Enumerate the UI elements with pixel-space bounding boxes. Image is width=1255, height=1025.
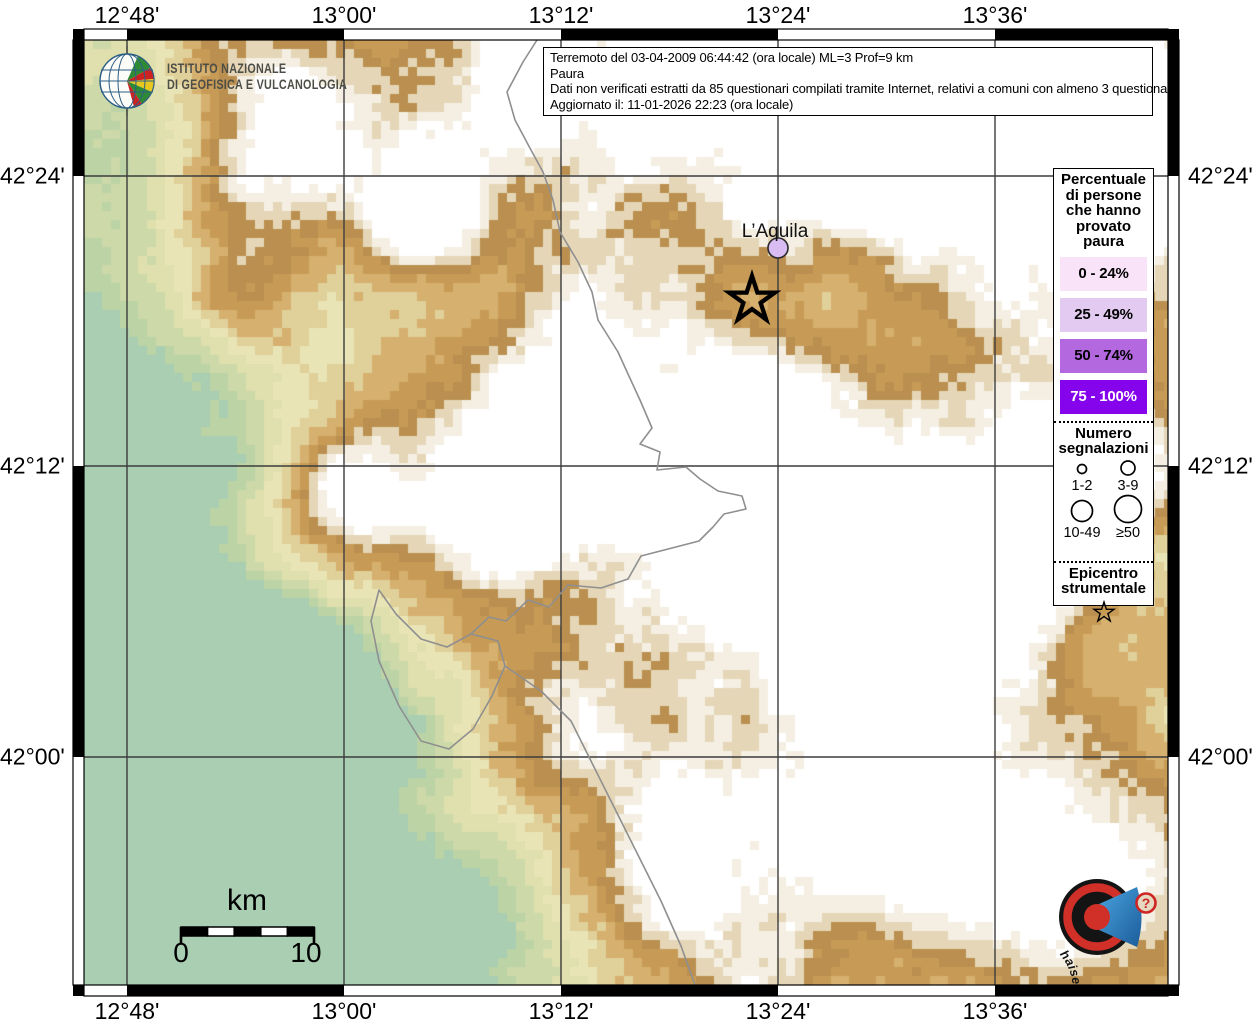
axis-label-top: 13°12' bbox=[528, 2, 594, 28]
axis-label-top: 13°24' bbox=[745, 2, 811, 28]
axis-label-bottom: 13°36' bbox=[962, 998, 1028, 1024]
frame-corner bbox=[73, 985, 84, 996]
frame-corner bbox=[1168, 985, 1179, 996]
place-label-laquila: L’Aquila bbox=[741, 221, 809, 242]
legend-class-swatch: 0 - 24% bbox=[1060, 256, 1147, 291]
legend-class-swatch: 25 - 49% bbox=[1060, 297, 1147, 332]
ingv-logo-text: ISTITUTO NAZIONALE DI GEOFISICA E VULCAN… bbox=[167, 61, 347, 93]
frame-corner bbox=[1168, 29, 1179, 40]
axis-label-bottom: 13°12' bbox=[528, 998, 594, 1024]
legend-epicenter-title: strumentale bbox=[1060, 580, 1147, 597]
signal-size-circle bbox=[1076, 463, 1087, 474]
info-line-source: Dati non verificati estratti da 85 quest… bbox=[550, 81, 1178, 97]
info-line-updated: Aggiornato il: 11-01-2026 22:23 (ora loc… bbox=[550, 96, 794, 112]
axis-label-bottom: 12°48' bbox=[94, 998, 160, 1024]
axis-label-left: 42°12' bbox=[0, 452, 65, 479]
legend-divider bbox=[1054, 420, 1153, 423]
macroseismic-map-page: Terremoto del 03-04-2009 06:44:42 (ora l… bbox=[0, 0, 1255, 1024]
legend-percent-title: provato bbox=[1075, 217, 1131, 235]
legend-class-swatch: 50 - 74% bbox=[1060, 338, 1147, 373]
frame-corner bbox=[73, 29, 84, 40]
signal-size-label: ≥50 bbox=[1115, 525, 1139, 541]
axis-label-left: 42°00' bbox=[0, 743, 65, 770]
legend-epicenter-title: Epicentro bbox=[1068, 564, 1139, 582]
legend-percent-title: Percentuale bbox=[1060, 171, 1147, 188]
signal-size-circle bbox=[1070, 499, 1093, 522]
info-line-effect: Paura bbox=[550, 65, 584, 81]
axis-label-bottom: 13°00' bbox=[311, 998, 377, 1024]
legend-class-swatch: 75 - 100% bbox=[1060, 379, 1147, 414]
earthquake-info-box: Terremoto del 03-04-2009 06:44:42 (ora l… bbox=[543, 47, 1178, 117]
legend-epicenter-star bbox=[1091, 599, 1116, 623]
axis-label-right: 42°24' bbox=[1188, 162, 1253, 189]
axis-label-bottom: 13°24' bbox=[745, 998, 811, 1024]
ingv-text-line1: ISTITUTO NAZIONALE bbox=[167, 61, 287, 76]
scalebar-max-label: 10 bbox=[290, 937, 322, 968]
axis-label-right: 42°00' bbox=[1188, 743, 1253, 770]
info-line-event: Terremoto del 03-04-2009 06:44:42 (ora l… bbox=[550, 50, 914, 65]
terrain-basemap bbox=[84, 40, 1168, 985]
axis-label-top: 13°36' bbox=[962, 2, 1028, 28]
scalebar-min-label: 0 bbox=[173, 937, 189, 968]
logo-circular-text: haisentitoilterremoto.itwww. bbox=[1030, 948, 1084, 984]
signal-size-label: 1-2 bbox=[1071, 478, 1092, 494]
axis-label-left: 42°24' bbox=[0, 162, 65, 189]
ingv-logo: ISTITUTO NAZIONALE DI GEOFISICA E VULCAN… bbox=[94, 46, 392, 116]
legend-signals-title: Numero bbox=[1075, 424, 1132, 442]
signal-size-label: 10-49 bbox=[1063, 525, 1100, 541]
epicenter-star-icon bbox=[1091, 599, 1116, 623]
signal-size-label: 3-9 bbox=[1117, 478, 1138, 494]
legend-percent-title: di persone bbox=[1065, 186, 1142, 204]
axis-label-top: 13°00' bbox=[311, 2, 377, 28]
axis-label-top: 12°48' bbox=[94, 2, 160, 28]
signal-size-circle bbox=[1119, 459, 1136, 476]
legend-signals-title: segnalazioni bbox=[1058, 440, 1149, 457]
legend-signal-sizes: 1-2 3-9 10-49 ≥50 bbox=[1063, 459, 1142, 541]
haisentito-logo: ? haisentitoilterremoto.itwww. bbox=[1030, 879, 1157, 984]
legend-divider bbox=[1054, 560, 1153, 563]
axis-label-right: 42°12' bbox=[1188, 452, 1253, 479]
signal-size-circle bbox=[1113, 494, 1142, 523]
question-mark: ? bbox=[1142, 895, 1151, 911]
ingv-globe-icon bbox=[99, 46, 155, 116]
ingv-text-line2: DI GEOFISICA E VULCANOLOGIA bbox=[167, 77, 348, 92]
legend-percent-title: che hanno bbox=[1065, 202, 1141, 219]
scalebar-unit-label: km bbox=[227, 884, 267, 917]
legend-percent-title: paura bbox=[1083, 233, 1124, 250]
legend-box: Percentuale di persone che hanno provato pau… bbox=[1053, 168, 1154, 623]
